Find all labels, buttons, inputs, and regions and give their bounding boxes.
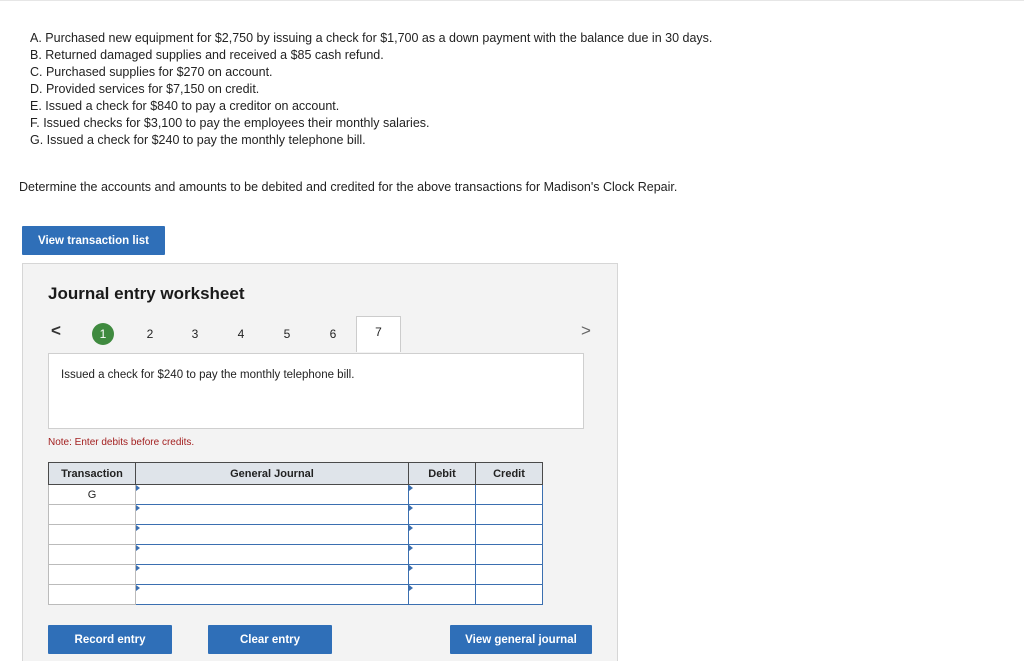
credit-cell[interactable] [475, 584, 543, 605]
transaction-d: D. Provided services for $7,150 on credi… [30, 82, 260, 96]
account-select[interactable] [135, 544, 409, 565]
dropdown-marker-icon [136, 565, 140, 571]
dropdown-marker-icon [136, 505, 140, 511]
transaction-description: Issued a check for $240 to pay the month… [61, 369, 355, 381]
account-input[interactable] [136, 485, 408, 504]
debit-cell[interactable] [408, 524, 476, 545]
transaction-f: F. Issued checks for $3,100 to pay the e… [30, 116, 430, 130]
account-select[interactable] [135, 524, 409, 545]
step-4[interactable]: 4 [230, 323, 252, 345]
transaction-a: A. Purchased new equipment for $2,750 by… [30, 31, 713, 45]
transaction-c: C. Purchased supplies for $270 on accoun… [30, 65, 273, 79]
debit-input[interactable] [409, 545, 475, 564]
credit-input[interactable] [476, 485, 542, 504]
step-3[interactable]: 3 [184, 323, 206, 345]
instruction-text: Determine the accounts and amounts to be… [19, 180, 678, 194]
debit-cell[interactable] [408, 584, 476, 605]
header-debit: Debit [408, 462, 476, 485]
top-divider [0, 0, 1024, 1]
transaction-list: A. Purchased new equipment for $2,750 by… [30, 30, 712, 149]
account-select[interactable] [135, 504, 409, 525]
step-5[interactable]: 5 [276, 323, 298, 345]
table-row [48, 504, 543, 525]
table-row: G [48, 484, 543, 505]
dropdown-marker-icon [409, 505, 413, 511]
account-input[interactable] [136, 545, 408, 564]
journal-entry-worksheet: Journal entry worksheet < 1 2 3 4 5 6 7 … [22, 263, 618, 661]
transaction-cell: G [48, 484, 136, 505]
transaction-cell [48, 584, 136, 605]
step-7[interactable]: 7 [356, 316, 401, 352]
header-general-journal: General Journal [135, 462, 409, 485]
account-select[interactable] [135, 564, 409, 585]
dropdown-marker-icon [136, 545, 140, 551]
dropdown-marker-icon [409, 525, 413, 531]
account-select[interactable] [135, 484, 409, 505]
debit-cell[interactable] [408, 564, 476, 585]
credit-cell[interactable] [475, 544, 543, 565]
journal-header-row: Transaction General Journal Debit Credit [48, 462, 543, 485]
debit-input[interactable] [409, 585, 475, 604]
clear-entry-button[interactable]: Clear entry [208, 625, 332, 654]
step-1[interactable]: 1 [92, 323, 114, 345]
credit-cell[interactable] [475, 484, 543, 505]
transaction-b: B. Returned damaged supplies and receive… [30, 48, 384, 62]
credit-cell[interactable] [475, 524, 543, 545]
debit-input[interactable] [409, 485, 475, 504]
transaction-description-box: Issued a check for $240 to pay the month… [48, 353, 584, 429]
debit-credit-note: Note: Enter debits before credits. [48, 437, 195, 448]
account-input[interactable] [136, 505, 408, 524]
transaction-e: E. Issued a check for $840 to pay a cred… [30, 99, 340, 113]
table-row [48, 584, 543, 605]
credit-input[interactable] [476, 505, 542, 524]
account-input[interactable] [136, 565, 408, 584]
transaction-cell [48, 524, 136, 545]
account-input[interactable] [136, 585, 408, 604]
journal-table: Transaction General Journal Debit Credit… [48, 462, 543, 605]
record-entry-button[interactable]: Record entry [48, 625, 172, 654]
dropdown-marker-icon [136, 585, 140, 591]
dropdown-marker-icon [409, 585, 413, 591]
debit-input[interactable] [409, 525, 475, 544]
debit-cell[interactable] [408, 544, 476, 565]
worksheet-title: Journal entry worksheet [48, 284, 245, 303]
credit-cell[interactable] [475, 504, 543, 525]
account-input[interactable] [136, 525, 408, 544]
transaction-cell [48, 504, 136, 525]
dropdown-marker-icon [409, 485, 413, 491]
header-credit: Credit [475, 462, 543, 485]
credit-input[interactable] [476, 525, 542, 544]
account-select[interactable] [135, 584, 409, 605]
credit-cell[interactable] [475, 564, 543, 585]
dropdown-marker-icon [409, 545, 413, 551]
transaction-cell [48, 564, 136, 585]
prev-arrow-icon[interactable]: < [51, 321, 61, 341]
view-transaction-list-button[interactable]: View transaction list [22, 226, 165, 255]
transaction-g: G. Issued a check for $240 to pay the mo… [30, 133, 366, 147]
table-row [48, 544, 543, 565]
table-row [48, 524, 543, 545]
credit-input[interactable] [476, 585, 542, 604]
debit-input[interactable] [409, 505, 475, 524]
view-general-journal-button[interactable]: View general journal [450, 625, 592, 654]
dropdown-marker-icon [136, 525, 140, 531]
table-row [48, 564, 543, 585]
debit-cell[interactable] [408, 484, 476, 505]
transaction-cell [48, 544, 136, 565]
next-arrow-icon[interactable]: > [581, 321, 591, 341]
debit-cell[interactable] [408, 504, 476, 525]
header-transaction: Transaction [48, 462, 136, 485]
credit-input[interactable] [476, 565, 542, 584]
step-6[interactable]: 6 [322, 323, 344, 345]
step-navigation: < 1 2 3 4 5 6 7 > [23, 316, 619, 354]
dropdown-marker-icon [136, 485, 140, 491]
step-2[interactable]: 2 [139, 323, 161, 345]
credit-input[interactable] [476, 545, 542, 564]
debit-input[interactable] [409, 565, 475, 584]
dropdown-marker-icon [409, 565, 413, 571]
